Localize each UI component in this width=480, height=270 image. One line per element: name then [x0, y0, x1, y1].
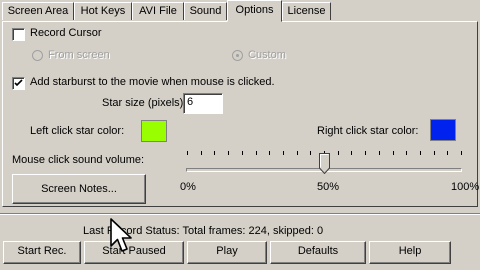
volume-tick	[365, 151, 366, 155]
record-cursor-checkbox[interactable]	[12, 28, 25, 41]
volume-max-label: 100%	[451, 181, 480, 193]
volume-tick	[434, 151, 435, 155]
tab-options[interactable]: Options	[227, 0, 282, 22]
volume-tick	[420, 151, 421, 155]
volume-tick	[406, 151, 407, 155]
volume-tick	[256, 151, 257, 155]
volume-slider-thumb[interactable]	[319, 153, 330, 174]
tab-license[interactable]: License	[282, 2, 331, 20]
volume-tick	[187, 151, 188, 155]
volume-tick	[393, 151, 394, 155]
starburst-checkbox[interactable]	[12, 77, 25, 90]
radio-from-screen[interactable]	[32, 50, 43, 61]
status-separator	[0, 213, 480, 215]
volume-tick	[297, 151, 298, 155]
volume-tick	[201, 151, 202, 155]
play-button[interactable]: Play	[187, 241, 267, 264]
volume-tick	[242, 151, 243, 155]
help-button[interactable]: Help	[369, 241, 451, 264]
sound-volume-label: Mouse click sound volume:	[12, 154, 145, 166]
screen-notes-button[interactable]: Screen Notes...	[12, 174, 146, 204]
right-star-color-label: Right click star color:	[317, 125, 419, 137]
left-star-color-label: Left click star color:	[30, 125, 125, 137]
radio-from-screen-label: From screen	[48, 49, 110, 61]
tab-sound[interactable]: Sound	[184, 2, 227, 20]
volume-tick	[228, 151, 229, 155]
volume-min-label: 0%	[180, 181, 196, 193]
volume-tick	[283, 151, 284, 155]
volume-tick	[351, 151, 352, 155]
star-size-input[interactable]: 6	[183, 93, 223, 114]
volume-tick	[269, 151, 270, 155]
mouse-pointer-icon	[110, 218, 132, 252]
right-star-color-swatch[interactable]	[430, 119, 456, 141]
radio-custom[interactable]	[232, 50, 243, 61]
left-star-color-swatch[interactable]	[141, 120, 167, 142]
tab-hot-keys[interactable]: Hot Keys	[74, 2, 132, 20]
radio-custom-label: Custom	[248, 49, 286, 61]
volume-tick	[461, 151, 462, 155]
star-size-label: Star size (pixels)	[102, 97, 184, 109]
starburst-label: Add starburst to the movie when mouse is…	[30, 76, 275, 88]
start-rec-button[interactable]: Start Rec.	[3, 241, 81, 264]
volume-tick	[214, 151, 215, 155]
volume-tick	[310, 151, 311, 155]
tab-screen-area[interactable]: Screen Area	[2, 2, 74, 20]
checkmark-icon	[14, 79, 23, 87]
defaults-button[interactable]: Defaults	[270, 241, 366, 264]
volume-tick	[379, 151, 380, 155]
record-cursor-label: Record Cursor	[30, 27, 102, 39]
volume-mid-label: 50%	[317, 181, 340, 193]
volume-tick	[338, 151, 339, 155]
volume-tick	[447, 151, 448, 155]
tab-avi-file[interactable]: AVI File	[132, 2, 184, 20]
